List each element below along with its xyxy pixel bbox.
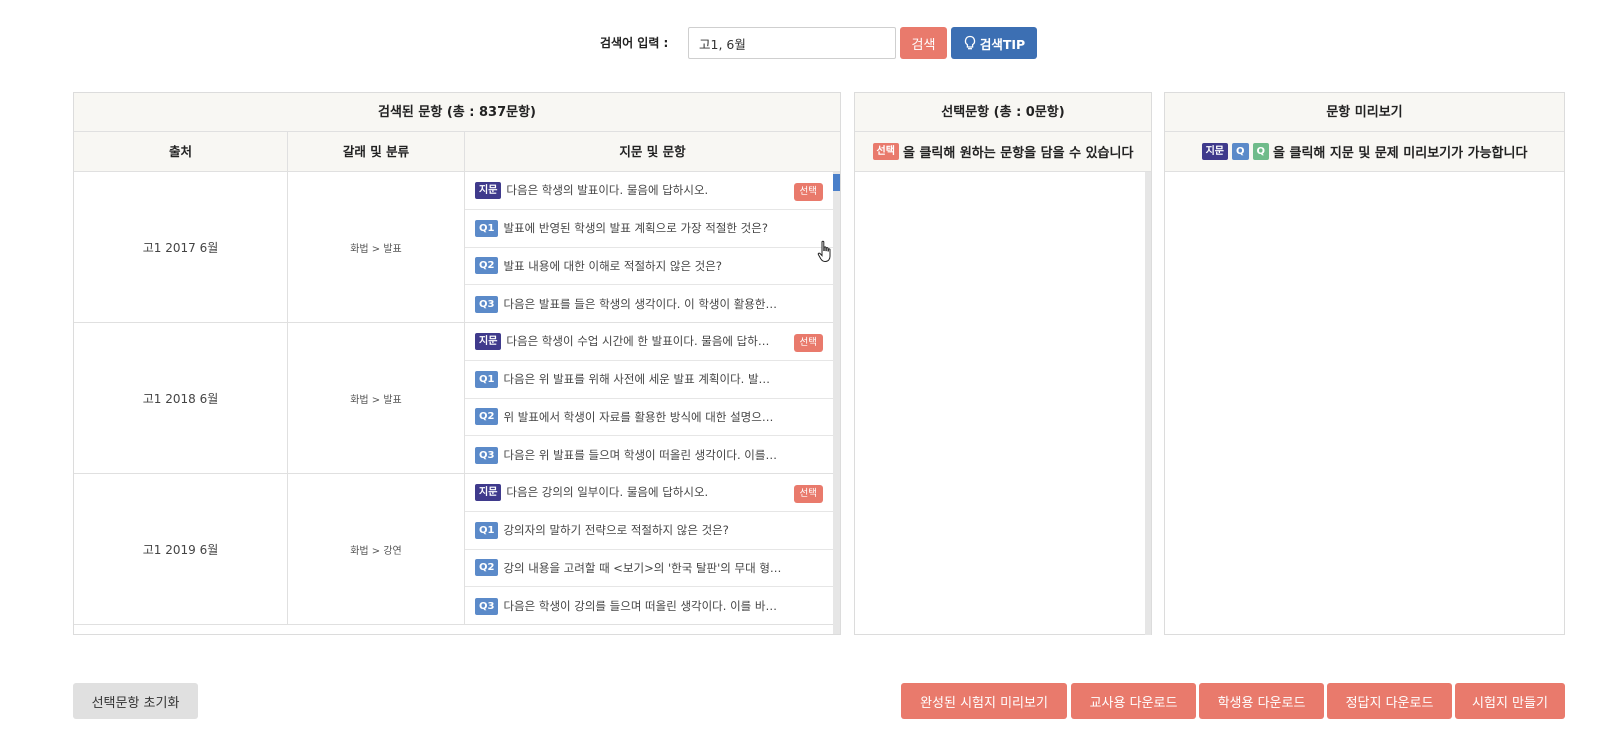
passage-item[interactable]: 지문 다음은 학생의 발표이다. 물음에 답하시오. 선택 (465, 172, 835, 210)
item-text: 강의자의 말하기 전략으로 적절하지 않은 것은? (503, 523, 729, 538)
question-tag-sample: Q (1231, 143, 1249, 160)
result-group: 고1 2017 6월 화법 > 발표 지문 다음은 학생의 발표이다. 물음에 … (74, 172, 840, 323)
search-bar: 검색어 입력 : 검색 검색TIP (0, 27, 1600, 59)
selected-hint: 선택 을 클릭해 원하는 문항을 담을 수 있습니다 (855, 132, 1151, 172)
question-tag-sample-alt: Q (1252, 143, 1270, 160)
question-item[interactable]: Q2 위 발표에서 학생이 자료를 활용한 방식에 대한 설명으… (465, 399, 835, 437)
item-text: 다음은 발표를 들은 학생의 생각이다. 이 학생이 활용한… (503, 297, 777, 312)
select-tag-sample: 선택 (872, 143, 899, 160)
question-item[interactable]: Q3 다음은 발표를 들은 학생의 생각이다. 이 학생이 활용한… (465, 285, 835, 323)
passage-tag[interactable]: 지문 (475, 483, 502, 501)
item-text: 다음은 위 발표를 들으며 학생이 떠올린 생각이다. 이를… (503, 448, 777, 463)
search-input[interactable] (688, 27, 896, 59)
search-tip-label: 검색TIP (979, 36, 1026, 52)
search-label: 검색어 입력 : (600, 36, 669, 50)
group-source: 고1 2019 6월 (74, 474, 288, 624)
item-text: 다음은 위 발표를 위해 사전에 세운 발표 계획이다. 발… (503, 372, 771, 387)
reset-selection-button[interactable]: 선택문항 초기화 (73, 683, 198, 719)
result-group: 고1 2018 6월 화법 > 발표 지문 다음은 학생이 수업 시간에 한 발… (74, 323, 840, 474)
preview-panel: 문항 미리보기 지문 Q Q 을 클릭해 지문 및 문제 미리보기가 가능합니다 (1164, 92, 1565, 635)
item-text: 발표에 반영된 학생의 발표 계획으로 가장 적절한 것은? (503, 221, 768, 236)
search-button[interactable]: 검색 (900, 27, 947, 59)
selected-panel: 선택문항 (총 : 0문항) 선택 을 클릭해 원하는 문항을 담을 수 있습니… (854, 92, 1152, 635)
column-header-source: 출처 (74, 132, 288, 172)
search-tip-button[interactable]: 검색TIP (951, 27, 1037, 59)
item-text: 다음은 학생이 수업 시간에 한 발표이다. 물음에 답하… (506, 334, 770, 349)
passage-item[interactable]: 지문 다음은 학생이 수업 시간에 한 발표이다. 물음에 답하… 선택 (465, 323, 835, 361)
answer-download-button[interactable]: 정답지 다운로드 (1327, 683, 1452, 719)
selected-scrollbar[interactable] (1145, 172, 1151, 635)
group-source: 고1 2018 6월 (74, 323, 288, 473)
preview-area (1165, 172, 1564, 635)
question-tag[interactable]: Q3 (475, 446, 499, 464)
column-header-category: 갈래 및 분류 (288, 132, 465, 172)
column-header-questions: 지문 및 문항 (619, 144, 686, 159)
passage-tag-sample: 지문 (1201, 143, 1228, 160)
question-item[interactable]: Q3 다음은 위 발표를 들으며 학생이 떠올린 생각이다. 이를… (465, 436, 835, 474)
item-text: 위 발표에서 학생이 자료를 활용한 방식에 대한 설명으… (503, 409, 774, 424)
question-item[interactable]: Q1 발표에 반영된 학생의 발표 계획으로 가장 적절한 것은? (465, 210, 835, 248)
passage-tag[interactable]: 지문 (475, 332, 502, 350)
teacher-download-button[interactable]: 교사용 다운로드 (1071, 683, 1196, 719)
question-item[interactable]: Q1 강의자의 말하기 전략으로 적절하지 않은 것은? (465, 512, 835, 550)
lightbulb-icon (964, 35, 975, 50)
question-item[interactable]: Q2 발표 내용에 대한 이해로 적절하지 않은 것은? (465, 248, 835, 286)
question-tag[interactable]: Q2 (475, 257, 499, 275)
item-text: 다음은 강의의 일부이다. 물음에 답하시오. (506, 485, 709, 500)
hand-cursor-icon (817, 240, 831, 262)
question-item[interactable]: Q1 다음은 위 발표를 위해 사전에 세운 발표 계획이다. 발… (465, 361, 835, 399)
question-item[interactable]: Q3 다음은 학생이 강의를 들으며 떠올린 생각이다. 이를 바… (465, 587, 835, 625)
question-tag[interactable]: Q1 (475, 370, 499, 388)
exam-preview-button[interactable]: 완성된 시험지 미리보기 (901, 683, 1067, 719)
group-source: 고1 2017 6월 (74, 172, 288, 322)
results-title: 검색된 문항 (총 : 837문항) (74, 93, 840, 132)
select-button[interactable]: 선택 (793, 183, 823, 201)
question-tag[interactable]: Q1 (475, 521, 499, 539)
results-list[interactable]: 고1 2017 6월 화법 > 발표 지문 다음은 학생의 발표이다. 물음에 … (74, 172, 840, 634)
question-item[interactable]: Q2 강의 내용을 고려할 때 <보기>의 '한국 탈판'의 무대 형… (465, 550, 835, 588)
results-scrollbar[interactable] (833, 172, 840, 634)
results-scrollbar-thumb[interactable] (833, 174, 840, 191)
make-exam-button[interactable]: 시험지 만들기 (1455, 683, 1565, 719)
question-tag[interactable]: Q1 (475, 219, 499, 237)
question-tag[interactable]: Q3 (475, 295, 499, 313)
select-button[interactable]: 선택 (793, 485, 823, 503)
question-tag[interactable]: Q2 (475, 559, 499, 577)
select-button[interactable]: 선택 (793, 334, 823, 352)
group-category: 화법 > 발표 (288, 172, 465, 322)
question-tag[interactable]: Q3 (475, 597, 499, 615)
results-panel: 검색된 문항 (총 : 837문항) 출처 갈래 및 분류 지문 및 문항 고1… (73, 92, 841, 635)
preview-title: 문항 미리보기 (1165, 93, 1564, 132)
item-text: 다음은 학생이 강의를 들으며 떠올린 생각이다. 이를 바… (503, 599, 777, 614)
student-download-button[interactable]: 학생용 다운로드 (1199, 683, 1324, 719)
question-tag[interactable]: Q2 (475, 408, 499, 426)
item-text: 강의 내용을 고려할 때 <보기>의 '한국 탈판'의 무대 형… (503, 560, 782, 575)
passage-item[interactable]: 지문 다음은 강의의 일부이다. 물음에 답하시오. 선택 (465, 474, 835, 512)
selected-list[interactable] (855, 172, 1151, 635)
selected-hint-text: 을 클릭해 원하는 문항을 담을 수 있습니다 (902, 146, 1134, 161)
result-group: 고1 2019 6월 화법 > 강연 지문 다음은 강의의 일부이다. 물음에 … (74, 474, 840, 625)
preview-hint: 지문 Q Q 을 클릭해 지문 및 문제 미리보기가 가능합니다 (1165, 132, 1564, 172)
group-category: 화법 > 강연 (288, 474, 465, 624)
results-column-headers: 출처 갈래 및 분류 지문 및 문항 (74, 132, 840, 172)
group-category: 화법 > 발표 (288, 323, 465, 473)
item-text: 발표 내용에 대한 이해로 적절하지 않은 것은? (503, 258, 722, 273)
selected-title: 선택문항 (총 : 0문항) (855, 93, 1151, 132)
passage-tag[interactable]: 지문 (475, 181, 502, 199)
preview-hint-text: 을 클릭해 지문 및 문제 미리보기가 가능합니다 (1273, 146, 1528, 161)
item-text: 다음은 학생의 발표이다. 물음에 답하시오. (506, 183, 709, 198)
